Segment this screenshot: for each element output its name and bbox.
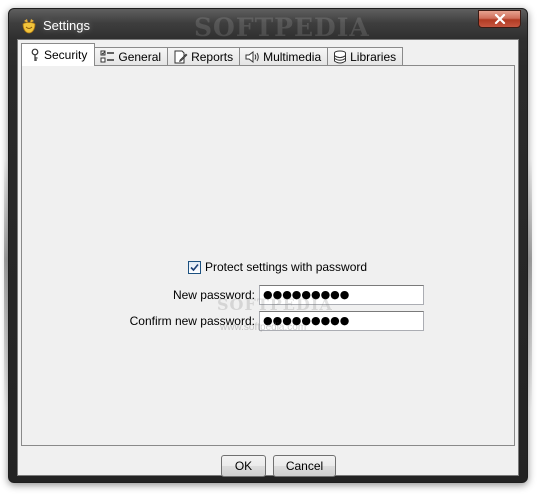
window-title: Settings (43, 18, 90, 33)
tab-general[interactable]: General (94, 47, 169, 66)
speaker-icon (245, 51, 259, 63)
tab-multimedia[interactable]: Multimedia (239, 47, 329, 66)
protect-settings-checkbox[interactable] (188, 260, 201, 274)
security-panel: Protect settings with password New passw… (21, 65, 515, 446)
watermark: SOFTPEDIA (194, 13, 370, 42)
tab-multimedia-label: Multimedia (263, 50, 322, 64)
tab-libraries-label: Libraries (350, 50, 397, 64)
database-icon (334, 50, 347, 64)
app-icon (21, 18, 37, 34)
close-button[interactable] (478, 10, 521, 28)
confirm-password-label: Confirm new password: (129, 314, 255, 328)
tab-general-label: General (118, 50, 162, 64)
tab-reports-label: Reports (191, 50, 234, 64)
report-icon (174, 50, 188, 64)
tab-strip: Security General Reports Multimedia Libr… (21, 43, 404, 66)
checkmark-icon (190, 263, 199, 271)
tab-reports[interactable]: Reports (167, 47, 241, 66)
title-bar[interactable]: Settings SOFTPEDIA (9, 9, 527, 42)
settings-window: Settings SOFTPEDIA Security General Repo… (4, 8, 532, 483)
window-shadow-right (528, 159, 532, 409)
cancel-button[interactable]: Cancel (273, 455, 336, 477)
ok-button[interactable]: OK (221, 455, 266, 477)
window-shadow-left (4, 159, 8, 409)
tab-security-label: Security (44, 48, 88, 62)
protect-settings-row[interactable]: Protect settings with password (188, 260, 367, 274)
dialog-client-area: Security General Reports Multimedia Libr… (17, 39, 519, 477)
close-icon (494, 14, 505, 24)
general-settings-icon (100, 50, 115, 63)
tab-libraries[interactable]: Libraries (327, 47, 404, 66)
protect-settings-label: Protect settings with password (205, 260, 368, 274)
tab-security[interactable]: Security (21, 43, 96, 66)
watermark-url: www.softpedia.com (220, 322, 307, 333)
watermark-center: SOFTPEDIA (217, 295, 333, 314)
key-icon (31, 48, 39, 61)
